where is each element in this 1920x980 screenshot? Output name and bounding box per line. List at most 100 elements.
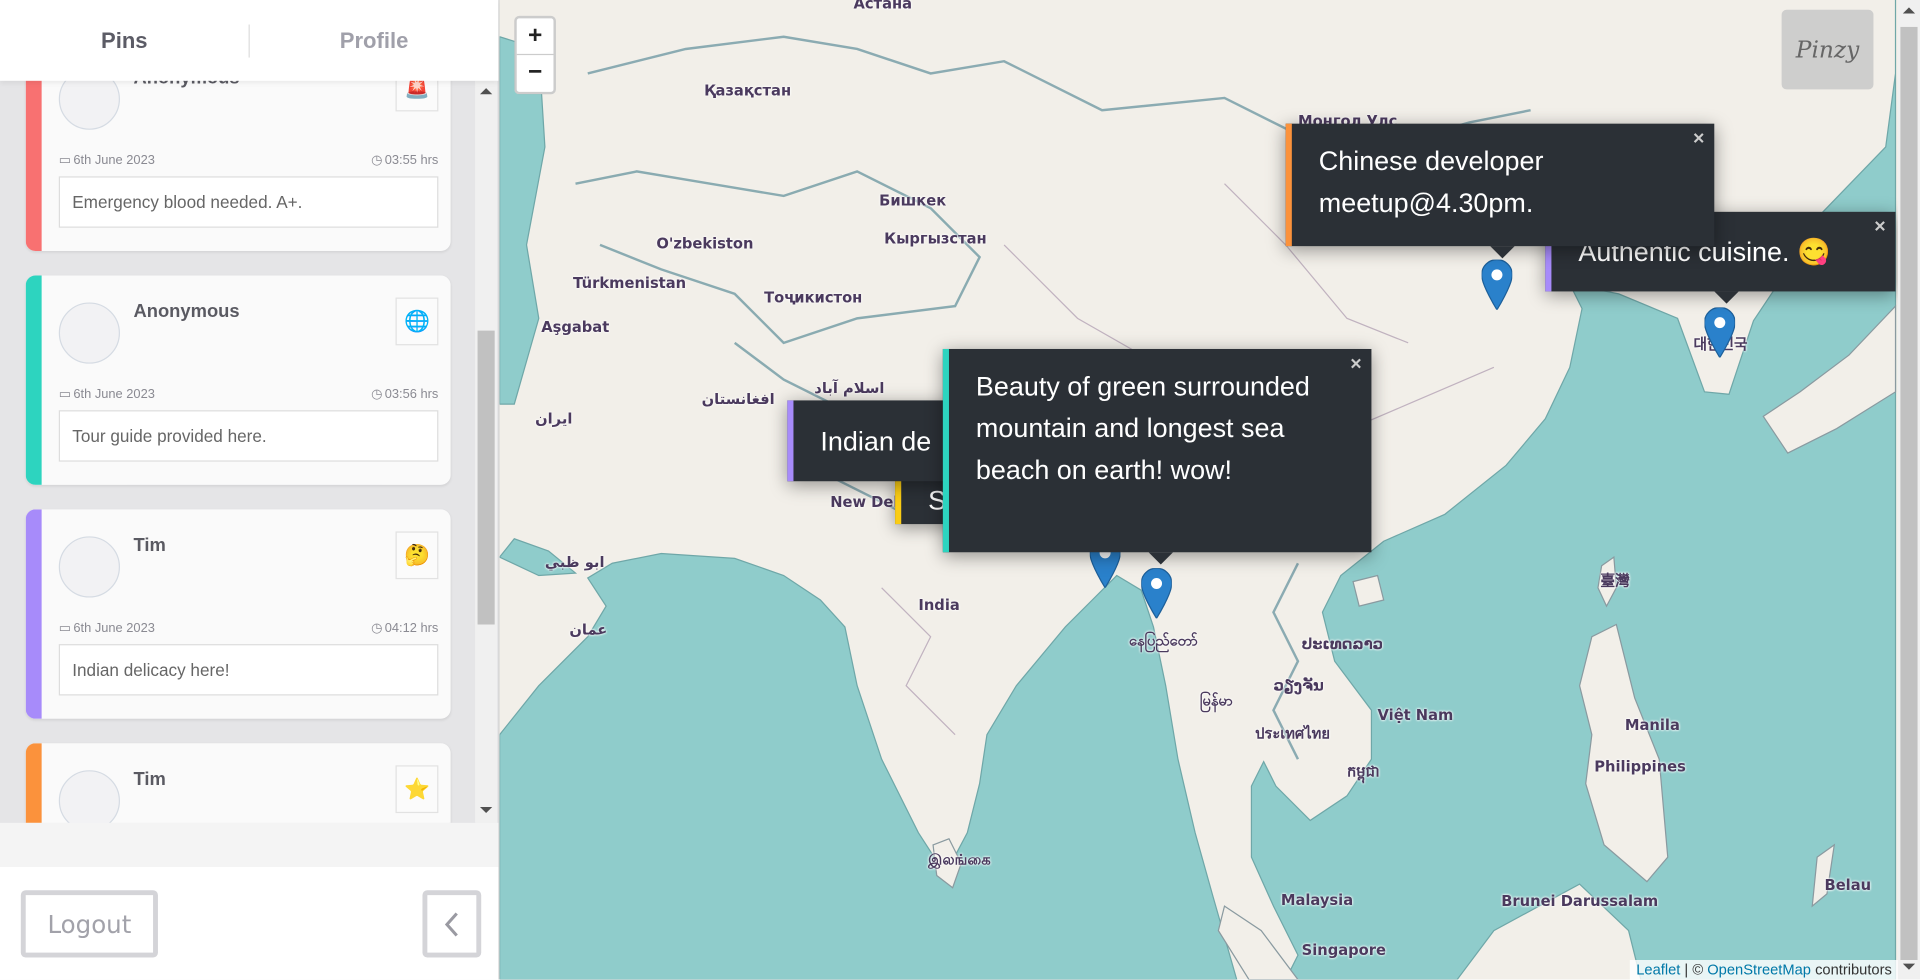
scrollbar-thumb[interactable] [1900, 26, 1918, 961]
pin-message: Emergency blood needed. A+. [58, 176, 439, 228]
pins-list[interactable]: Anonymous 🚨 ▭6th June 2023 ◷03:55 hrs Em… [0, 0, 475, 823]
zoom-in-button[interactable]: + [516, 18, 554, 56]
map-label: Belau [1824, 876, 1872, 894]
map-label: Manila [1624, 716, 1680, 734]
map-label: Brunei Darussalam [1501, 892, 1659, 910]
sidebar: Anonymous 🚨 ▭6th June 2023 ◷03:55 hrs Em… [0, 0, 500, 980]
footer-spacer [0, 822, 499, 867]
avatar [58, 536, 121, 598]
pinzy-logo: Pinzy [1781, 9, 1874, 90]
popup-tip [1148, 552, 1174, 565]
map-label: اسلام آباد [814, 379, 885, 397]
map-label: မြန်မာ [1200, 691, 1233, 709]
map[interactable]: Астана Қазақстан Бишкек Кыргызстан O'zbe… [499, 0, 1898, 980]
pin-user: Anonymous [133, 301, 240, 323]
close-icon[interactable]: × [1874, 216, 1885, 240]
leaflet-link[interactable]: Leaflet [1636, 961, 1680, 978]
logout-button[interactable]: Logout [20, 890, 158, 958]
pin-time: ◷ 03:56 hrs [371, 386, 439, 402]
zoom-out-button[interactable]: − [517, 55, 554, 91]
map-label: India [918, 596, 960, 614]
calendar-icon: ▭ [58, 620, 71, 636]
map-label: افغانستان [701, 390, 775, 408]
map-marker-icon[interactable] [1481, 259, 1513, 310]
pin-time: ◷ 03:55 hrs [371, 153, 439, 168]
map-label: Кыргызстан [884, 230, 987, 248]
pin-color-bar [25, 509, 42, 719]
star-icon: ⭐ [395, 765, 439, 814]
map-label: 臺灣 [1600, 571, 1630, 589]
map-label: عمان [569, 620, 608, 638]
pin-card[interactable]: Anonymous 🌐 ▭ 6th June 2023 ◷ 03:56 hrs To… [25, 275, 451, 485]
pin-date: ▭ 6th June 2023 [58, 386, 155, 402]
pin-popup[interactable]: Beauty of green surrounded mountain and … [942, 348, 1372, 565]
pin-card[interactable]: Tim ⭐ [25, 743, 451, 823]
pin-color-bar [25, 275, 42, 485]
clock-icon: ◷ [371, 386, 383, 402]
osm-link[interactable]: OpenStreetMap [1707, 961, 1811, 978]
map-label: ابو ظبي [544, 553, 605, 571]
close-icon[interactable]: × [1350, 353, 1361, 377]
popup-text: Chinese developer meetup@4.30pm. [1318, 145, 1544, 218]
clock-icon: ◷ [371, 153, 383, 168]
map-label: ایران [535, 410, 573, 428]
map-label: Қазақстан [704, 82, 792, 100]
collapse-sidebar-button[interactable] [422, 890, 482, 958]
map-label: ປະເທດລາວ [1301, 635, 1384, 653]
page-scrollbar[interactable] [1897, 0, 1920, 980]
popup-text: Indian de [820, 426, 932, 457]
zoom-control: + − [514, 15, 556, 95]
map-label: New Del [830, 493, 899, 511]
tab-bar: Pins Profile [0, 0, 499, 81]
map-label: Aşgabat [541, 318, 610, 336]
map-label: ວຽງຈັນ [1273, 677, 1324, 695]
calendar-icon: ▭ [58, 386, 71, 402]
pin-date: ▭ 6th June 2023 [58, 620, 155, 636]
pin-message: Tour guide provided here. [58, 410, 439, 462]
pin-popup[interactable]: Chinese developer meetup@4.30pm. × [1285, 123, 1715, 259]
tab-profile[interactable]: Profile [250, 28, 499, 54]
map-label: Việt Nam [1377, 706, 1454, 724]
clock-icon: ◷ [371, 620, 383, 636]
pin-card[interactable]: Tim 🤔 ▭ 6th June 2023 ◷ 04:12 hrs Indian d… [25, 509, 451, 719]
map-label: O'zbekiston [656, 235, 754, 253]
calendar-icon: ▭ [58, 153, 71, 168]
map-label: Türkmenistan [573, 274, 687, 292]
tab-pins[interactable]: Pins [0, 28, 249, 54]
pin-date: ▭ 6th June 2023 [58, 153, 155, 168]
map-label: နေပြည်တော် [1128, 631, 1198, 649]
scroll-up-icon[interactable] [1902, 7, 1916, 14]
thinking-face-icon: 🤔 [395, 531, 439, 580]
close-icon[interactable]: × [1693, 127, 1704, 151]
list-scrollbar[interactable] [475, 80, 498, 823]
popup-text: Beauty of green surrounded mountain and … [975, 371, 1310, 485]
map-label: Malaysia [1280, 891, 1354, 909]
map-label: Тоҷикистон [764, 288, 863, 307]
scroll-up-icon[interactable] [480, 88, 493, 95]
pin-color-bar [25, 743, 42, 823]
pin-user: Tim [133, 768, 166, 790]
scroll-down-icon[interactable] [480, 806, 493, 814]
map-marker-icon[interactable] [1704, 307, 1736, 358]
popup-tip [1490, 246, 1515, 259]
map-label: Бишкек [879, 192, 947, 210]
map-label: Астана [853, 0, 913, 13]
chevron-left-icon [444, 911, 458, 936]
scroll-down-icon[interactable] [1902, 963, 1916, 970]
pin-time: ◷ 04:12 hrs [371, 620, 439, 636]
map-attribution: Leaflet | © OpenStreetMap contributors [1630, 960, 1898, 980]
map-marker-icon[interactable] [1141, 568, 1172, 619]
avatar [58, 302, 121, 364]
scrollbar-thumb[interactable] [477, 330, 495, 625]
pin-user: Tim [133, 535, 166, 556]
avatar [58, 770, 121, 823]
map-label: Philippines [1594, 757, 1686, 776]
map-label: இலங்கை [928, 851, 991, 869]
map-label: Singapore [1301, 941, 1386, 959]
popup-tip [1714, 291, 1739, 304]
map-label: កម្ពុជា [1346, 762, 1380, 781]
globe-icon: 🌐 [395, 297, 439, 346]
map-label: ประเทศไทย [1255, 724, 1330, 743]
pin-message: Indian delicacy here! [58, 644, 439, 696]
sidebar-footer: Logout [0, 866, 499, 980]
